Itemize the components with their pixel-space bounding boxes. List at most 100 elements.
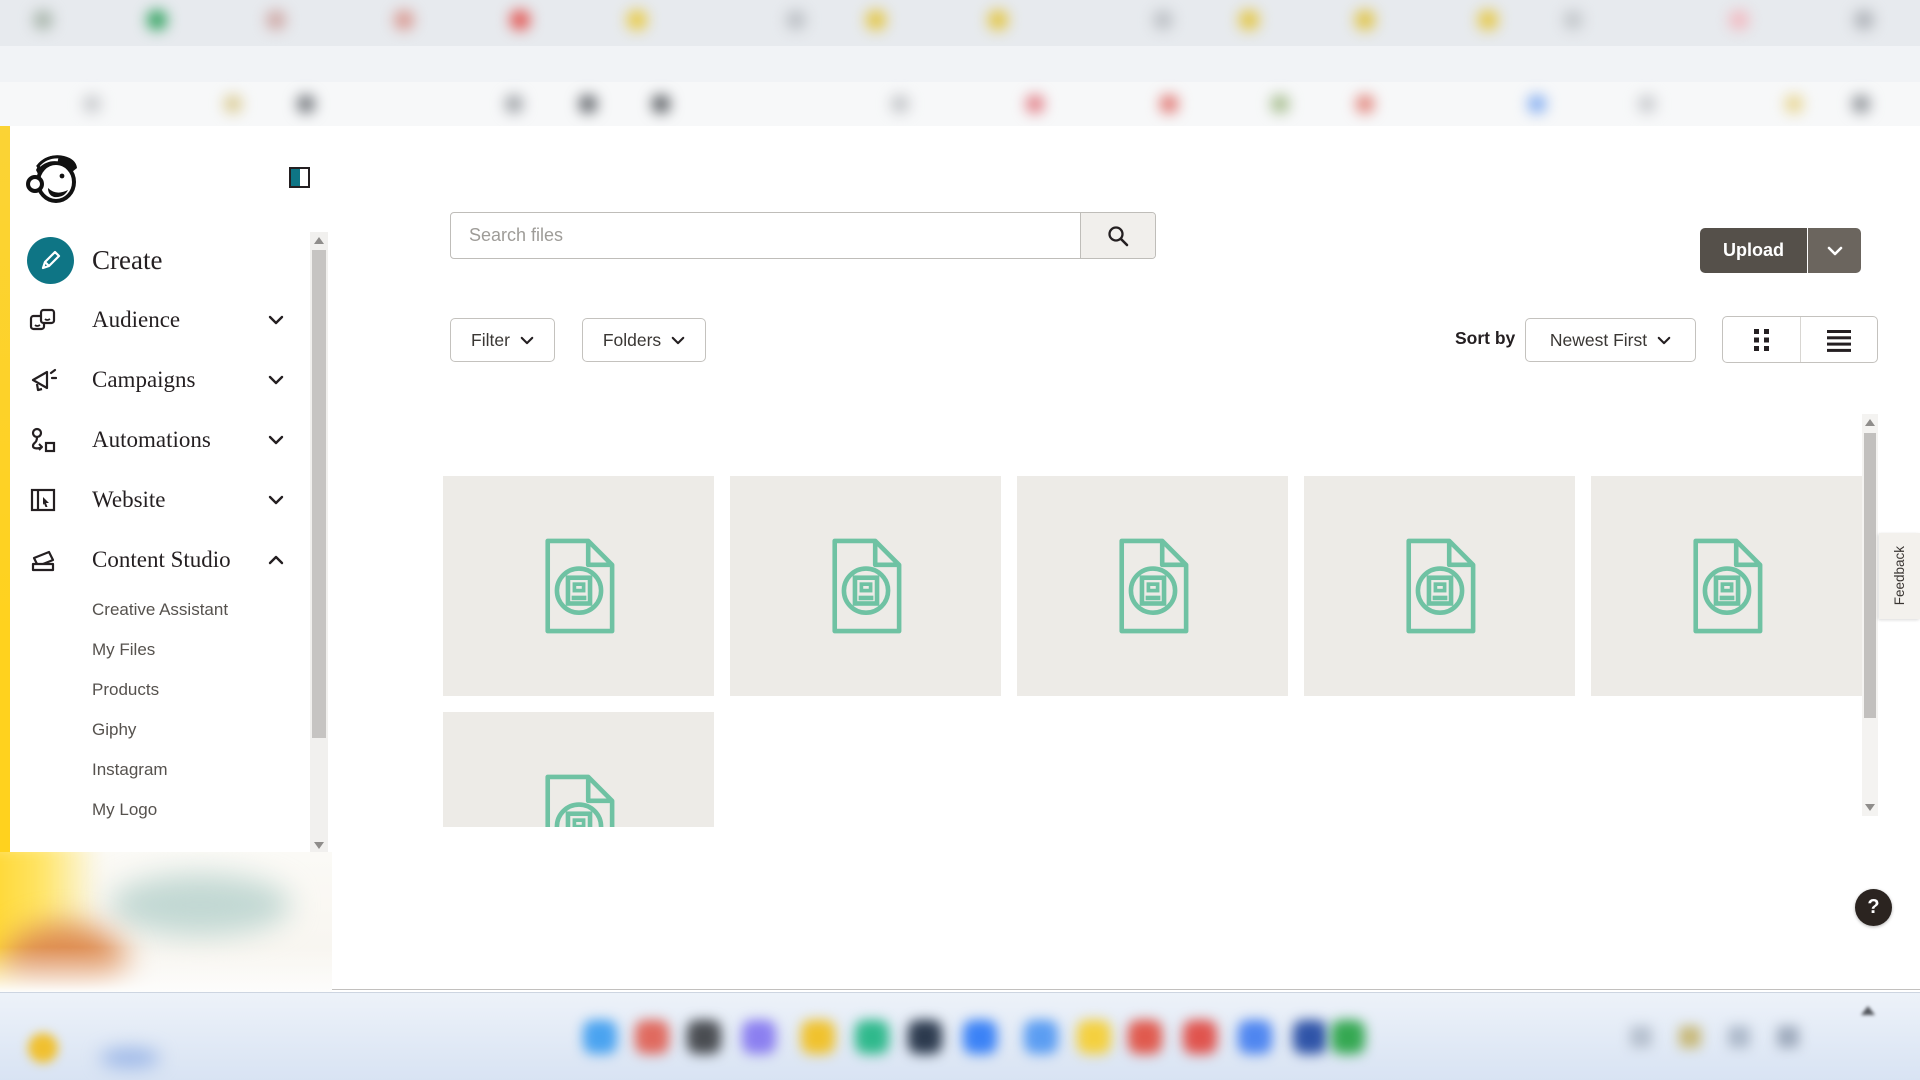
blurred-icon <box>891 95 909 113</box>
scroll-up-arrow[interactable] <box>314 237 324 244</box>
sidebar-item-label: Audience <box>92 307 180 333</box>
search-input[interactable] <box>451 213 1080 258</box>
search-bar <box>450 212 1156 259</box>
file-tile[interactable] <box>1017 476 1288 696</box>
sidebar-item-label: Automations <box>92 427 211 453</box>
sidebar-item-website[interactable]: Website <box>10 478 310 522</box>
sidebar-subitem-products[interactable]: Products <box>92 678 159 702</box>
blurred-icon <box>988 10 1008 30</box>
list-view-icon <box>1826 328 1852 352</box>
file-tile[interactable] <box>730 476 1001 696</box>
blurred-icon <box>224 95 242 113</box>
blurred-icon <box>1077 1020 1111 1054</box>
blurred-icon <box>786 10 806 30</box>
feedback-label: Feedback <box>1892 546 1907 605</box>
blurred-icon <box>33 10 53 30</box>
blurred-icon <box>1026 95 1044 113</box>
sidebar-subitem-giphy[interactable]: Giphy <box>92 718 136 742</box>
scroll-down-arrow[interactable] <box>1865 804 1875 811</box>
taskbar-search-blob <box>100 1048 160 1068</box>
sidebar-subitem-my-logo[interactable]: My Logo <box>92 798 157 822</box>
sidebar-collapse-fill <box>291 169 300 186</box>
search-button[interactable] <box>1080 213 1155 258</box>
blurred-icon <box>1160 95 1178 113</box>
upload-options-button[interactable] <box>1808 228 1861 273</box>
sidebar-item-audience[interactable]: Audience <box>10 298 310 342</box>
blurred-icon <box>963 1020 997 1054</box>
blurred-icon <box>1128 1020 1162 1054</box>
blurred-page-region <box>0 852 332 992</box>
browser-tab-strip <box>0 0 1920 46</box>
blurred-icon <box>83 95 101 113</box>
grid-view-button[interactable] <box>1723 317 1800 362</box>
blurred-icon <box>1785 95 1803 113</box>
sidebar-item-label: Website <box>92 487 166 513</box>
sidebar-item-automations[interactable]: Automations <box>10 418 310 462</box>
blurred-icon <box>801 1020 835 1054</box>
scroll-down-arrow[interactable] <box>314 842 324 849</box>
sidebar-subitem-my-files[interactable]: My Files <box>92 638 155 662</box>
content-scrollbar[interactable] <box>1862 414 1878 816</box>
blurred-icon <box>1854 10 1874 30</box>
chevron-down-icon <box>1827 246 1843 256</box>
chevron-down-icon <box>268 435 284 445</box>
sort-dropdown[interactable]: Newest First <box>1525 318 1696 362</box>
chevron-down-icon <box>268 375 284 385</box>
content-scrollbar-thumb[interactable] <box>1864 433 1876 718</box>
blurred-icon <box>1355 10 1375 30</box>
scroll-up-arrow[interactable] <box>1865 419 1875 426</box>
folders-button[interactable]: Folders <box>582 318 706 362</box>
grid-view-icon <box>1752 327 1771 353</box>
sidebar-item-label: Campaigns <box>92 367 196 393</box>
blurred-icon <box>1293 1020 1327 1054</box>
pencil-icon <box>39 248 63 272</box>
chevron-down-icon <box>268 495 284 505</box>
blurred-icon <box>1679 1026 1701 1048</box>
file-tile[interactable] <box>1591 476 1862 696</box>
blurred-icon <box>908 1020 942 1054</box>
file-tile[interactable] <box>443 476 714 696</box>
white-fade <box>0 947 332 992</box>
upload-button[interactable]: Upload <box>1700 228 1808 273</box>
sidebar-collapse-toggle[interactable] <box>289 167 310 188</box>
feedback-tab[interactable]: Feedback <box>1879 533 1920 619</box>
sidebar-scrollbar[interactable] <box>310 232 328 854</box>
sidebar-item-campaigns[interactable]: Campaigns <box>10 358 310 402</box>
list-view-button[interactable] <box>1800 317 1878 362</box>
sidebar-scrollbar-thumb[interactable] <box>312 250 326 738</box>
blurred-icon <box>635 1020 669 1054</box>
blurred-icon <box>652 95 670 113</box>
teal-blur-blob <box>110 874 290 936</box>
blurred-icon <box>583 1020 617 1054</box>
file-doc-icon <box>1107 534 1199 638</box>
file-tile[interactable] <box>1304 476 1575 696</box>
file-doc-icon <box>1394 534 1486 638</box>
filter-button[interactable]: Filter <box>450 318 555 362</box>
upload-split-button: Upload <box>1700 228 1861 273</box>
mailchimp-logo[interactable] <box>26 148 80 206</box>
blurred-icon <box>687 1020 721 1054</box>
blurred-icon <box>1728 1026 1750 1048</box>
create-circle <box>27 237 74 284</box>
file-doc-icon <box>820 534 912 638</box>
blurred-icon <box>1183 1020 1217 1054</box>
campaigns-icon <box>29 366 57 394</box>
sidebar-item-content-studio[interactable]: Content Studio <box>10 538 310 582</box>
file-tile[interactable] <box>443 712 714 827</box>
blurred-icon <box>1024 1020 1058 1054</box>
yellow-edge-strip <box>0 126 10 852</box>
blurred-icon <box>1153 10 1173 30</box>
blurred-icon <box>1563 10 1583 30</box>
blurred-icon <box>627 10 647 30</box>
help-button[interactable]: ? <box>1855 889 1892 926</box>
browser-bookmarks-bar <box>0 82 1920 126</box>
folders-label: Folders <box>603 330 661 351</box>
tray-expand-arrow <box>1861 1006 1875 1015</box>
sidebar-subitem-instagram[interactable]: Instagram <box>92 758 168 782</box>
blurred-icon <box>1852 95 1870 113</box>
create-button[interactable]: Create <box>27 236 162 284</box>
automations-icon <box>29 426 57 454</box>
sidebar-subitem-creative-assistant[interactable]: Creative Assistant <box>92 598 228 622</box>
sort-by-label: Sort by <box>1455 328 1515 349</box>
chevron-down-icon <box>671 336 685 345</box>
